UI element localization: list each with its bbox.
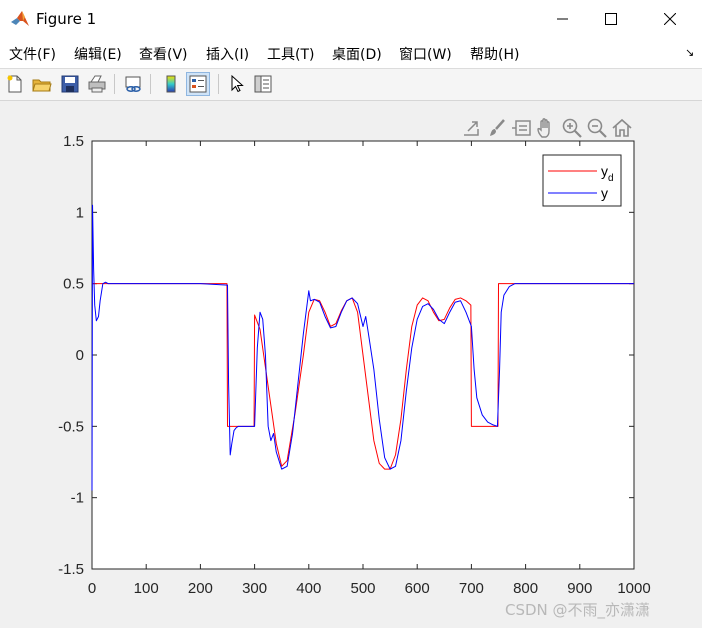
x-tick-label: 700 — [459, 580, 484, 597]
data-tips-icon[interactable] — [511, 117, 533, 139]
y-tick-label: 0 — [76, 347, 84, 364]
y-tick-label: 0.5 — [63, 276, 84, 293]
zoom-out-icon[interactable] — [586, 117, 608, 139]
y-tick-label: 1.5 — [63, 133, 84, 150]
y-tick-label: -0.5 — [58, 418, 84, 435]
x-tick-label: 300 — [242, 580, 267, 597]
legend-label-yd-main: y — [601, 163, 608, 179]
x-tick-label: 200 — [188, 580, 213, 597]
y-tick-label: -1 — [71, 490, 84, 507]
x-tick-label: 400 — [296, 580, 321, 597]
x-tick-label: 0 — [88, 580, 96, 597]
x-tick-label: 800 — [513, 580, 538, 597]
brush-icon[interactable] — [486, 117, 508, 139]
plot-canvas: 0 100 200 300 400 500 600 700 800 900 1000 1.5 1 0.5… — [58, 133, 651, 597]
legend-label-yd-sub: d — [608, 173, 614, 184]
zoom-in-icon[interactable] — [561, 117, 583, 139]
x-tick-label: 100 — [134, 580, 159, 597]
legend[interactable]: yd y — [542, 154, 622, 207]
x-tick-label: 600 — [405, 580, 430, 597]
legend-label-y: y — [601, 185, 608, 201]
x-tick-label: 900 — [567, 580, 592, 597]
home-icon[interactable] — [611, 117, 633, 139]
export-icon[interactable] — [461, 117, 483, 139]
y-tick-label: 1 — [76, 204, 84, 221]
watermark: CSDN @不雨_亦潇潇 — [505, 601, 651, 619]
y-tick-label: -1.5 — [58, 561, 84, 578]
x-tick-label: 1000 — [617, 580, 650, 597]
pan-icon[interactable] — [536, 117, 558, 139]
x-tick-label: 500 — [350, 580, 375, 597]
